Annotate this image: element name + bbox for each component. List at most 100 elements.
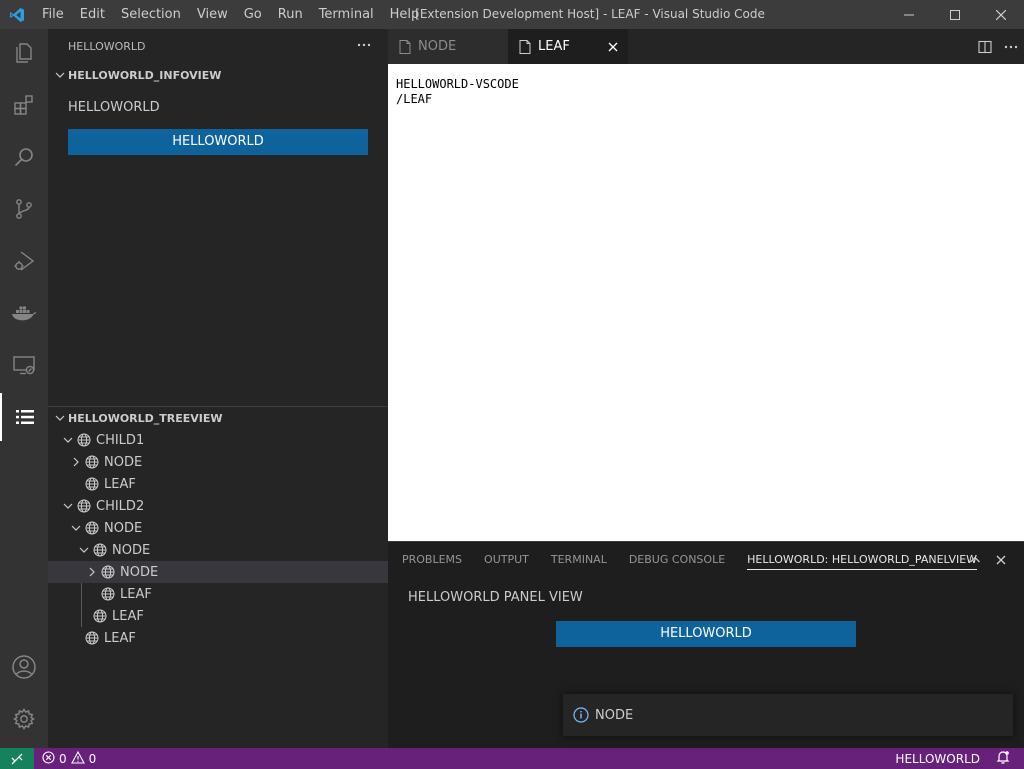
notification-text: NODE bbox=[595, 707, 634, 723]
tab-problems[interactable]: PROBLEMS bbox=[402, 542, 462, 577]
menu-run[interactable]: Run bbox=[270, 0, 311, 29]
tree-item-label: NODE bbox=[104, 454, 143, 470]
tree-item[interactable]: CHILD1 bbox=[48, 429, 388, 451]
error-icon bbox=[42, 750, 55, 767]
tree-item-label: LEAF bbox=[112, 608, 144, 624]
globe-icon bbox=[92, 608, 108, 624]
explorer-icon[interactable] bbox=[0, 29, 48, 77]
menu-selection[interactable]: Selection bbox=[113, 0, 189, 29]
globe-icon bbox=[84, 476, 100, 492]
source-control-icon[interactable] bbox=[0, 185, 48, 233]
chevron-down-icon[interactable] bbox=[60, 498, 76, 514]
treeview-section-header[interactable]: HELLOWORLD_TREEVIEW bbox=[48, 407, 388, 429]
chevron-down-icon bbox=[52, 67, 68, 83]
globe-icon bbox=[84, 520, 100, 536]
title-bar: File Edit Selection View Go Run Terminal… bbox=[0, 0, 1024, 29]
tree-item[interactable]: LEAF bbox=[48, 627, 388, 649]
tree: CHILD1 NODE LEAF CHILD2 NODE NODE NODE LEAF LEAF… bbox=[48, 429, 388, 649]
helloworld-list-icon[interactable] bbox=[0, 393, 48, 441]
globe-icon bbox=[84, 630, 100, 646]
warning-icon bbox=[70, 750, 85, 767]
menu-file[interactable]: File bbox=[34, 0, 72, 29]
tab-helloworld-panelview[interactable]: HELLOWORLD: HELLOWORLD_PANELVIEW bbox=[747, 542, 977, 577]
window-title: [Extension Development Host] - LEAF - Vi… bbox=[415, 7, 765, 21]
remote-explorer-icon[interactable] bbox=[0, 341, 48, 389]
close-window-icon[interactable] bbox=[978, 0, 1024, 29]
tree-item-label: NODE bbox=[104, 520, 143, 536]
editor-content[interactable]: HELLOWORLD-VSCODE /LEAF bbox=[388, 64, 1024, 541]
remote-indicator-icon[interactable] bbox=[0, 748, 34, 769]
tree-item-label: NODE bbox=[112, 542, 151, 558]
tree-item-label: CHILD2 bbox=[96, 498, 145, 514]
panel-tabs: PROBLEMS OUTPUT TERMINAL DEBUG CONSOLE H… bbox=[388, 542, 1024, 577]
globe-icon bbox=[76, 498, 92, 514]
tree-item[interactable]: NODE bbox=[48, 561, 388, 583]
editor-tabs: NODE LEAF bbox=[388, 29, 1024, 64]
tree-item[interactable]: NODE bbox=[48, 517, 388, 539]
tab-label: LEAF bbox=[538, 39, 570, 54]
accounts-icon[interactable] bbox=[0, 643, 48, 691]
more-actions-icon[interactable] bbox=[356, 37, 372, 56]
minimize-icon[interactable] bbox=[886, 0, 932, 29]
tab-node[interactable]: NODE bbox=[388, 29, 508, 64]
notifications-bell-icon[interactable] bbox=[988, 750, 1024, 767]
menu-view[interactable]: View bbox=[189, 0, 236, 29]
infoview-helloworld-button[interactable]: HELLOWORLD bbox=[68, 129, 368, 155]
twistie-spacer bbox=[68, 476, 84, 492]
menu-edit[interactable]: Edit bbox=[72, 0, 113, 29]
chevron-right-icon[interactable] bbox=[84, 564, 100, 580]
globe-icon bbox=[100, 564, 116, 580]
statusbar-right: HELLOWORLD bbox=[887, 748, 1024, 769]
maximize-icon[interactable] bbox=[932, 0, 978, 29]
twistie-spacer bbox=[84, 586, 100, 602]
tab-output[interactable]: OUTPUT bbox=[484, 542, 529, 577]
tab-leaf[interactable]: LEAF bbox=[508, 29, 628, 64]
tree-item[interactable]: LEAF bbox=[48, 583, 388, 605]
close-panel-icon[interactable] bbox=[988, 542, 1014, 577]
globe-icon bbox=[100, 586, 116, 602]
side-bar: HELLOWORLD HELLOWORLD_INFOVIEW HELLOWORL… bbox=[48, 29, 388, 748]
editor-line: /LEAF bbox=[396, 92, 433, 106]
tab-debug-console[interactable]: DEBUG CONSOLE bbox=[629, 542, 725, 577]
panel-view-text: HELLOWORLD PANEL VIEW bbox=[408, 590, 583, 605]
menu-go[interactable]: Go bbox=[236, 0, 270, 29]
activity-bar bbox=[0, 29, 48, 748]
tab-terminal[interactable]: TERMINAL bbox=[551, 542, 607, 577]
search-icon[interactable] bbox=[0, 133, 48, 181]
extensions-icon[interactable] bbox=[0, 81, 48, 129]
treeview-title: HELLOWORLD_TREEVIEW bbox=[68, 411, 223, 425]
docker-icon[interactable] bbox=[0, 289, 48, 337]
tree-item[interactable]: CHILD2 bbox=[48, 495, 388, 517]
tree-item[interactable]: LEAF bbox=[48, 473, 388, 495]
split-editor-icon[interactable] bbox=[972, 29, 998, 64]
notification-toast[interactable]: NODE bbox=[563, 694, 1013, 736]
chevron-right-icon[interactable] bbox=[68, 454, 84, 470]
chevron-down-icon bbox=[52, 410, 68, 426]
infoview-title: HELLOWORLD_INFOVIEW bbox=[68, 68, 222, 82]
manage-gear-icon[interactable] bbox=[0, 695, 48, 743]
helloworld-status-item[interactable]: HELLOWORLD bbox=[887, 752, 988, 766]
panel-actions bbox=[962, 542, 1014, 577]
tree-item-label: LEAF bbox=[104, 630, 136, 646]
close-icon[interactable] bbox=[608, 42, 618, 52]
chevron-down-icon[interactable] bbox=[68, 520, 84, 536]
panel-helloworld-button[interactable]: HELLOWORLD bbox=[556, 621, 856, 647]
tree-item[interactable]: LEAF bbox=[48, 605, 388, 627]
error-count: 0 bbox=[59, 751, 67, 766]
twistie-spacer bbox=[76, 608, 92, 624]
sidebar-header: HELLOWORLD bbox=[48, 29, 388, 64]
twistie-spacer bbox=[68, 630, 84, 646]
infoview-section-header[interactable]: HELLOWORLD_INFOVIEW bbox=[48, 64, 388, 86]
more-actions-icon[interactable] bbox=[998, 29, 1024, 64]
treeview-section: HELLOWORLD_TREEVIEW CHILD1 NODE LEAF CHILD2… bbox=[48, 406, 388, 649]
globe-icon bbox=[92, 542, 108, 558]
tree-item[interactable]: NODE bbox=[48, 539, 388, 561]
run-debug-icon[interactable] bbox=[0, 237, 48, 285]
file-icon bbox=[398, 39, 412, 55]
chevron-down-icon[interactable] bbox=[60, 432, 76, 448]
tree-item[interactable]: NODE bbox=[48, 451, 388, 473]
window-controls bbox=[886, 0, 1024, 29]
chevron-down-icon[interactable] bbox=[76, 542, 92, 558]
chevron-up-icon[interactable] bbox=[962, 542, 988, 577]
problems-status[interactable]: 0 0 bbox=[34, 750, 96, 767]
